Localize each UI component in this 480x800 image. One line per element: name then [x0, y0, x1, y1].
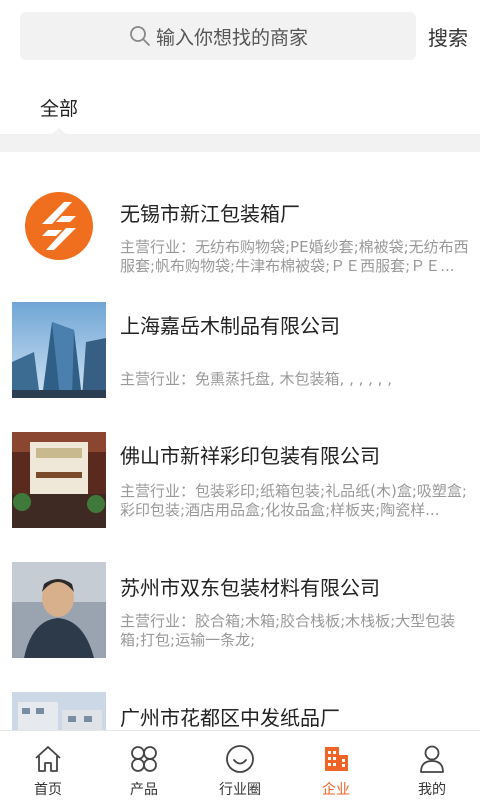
- nav-enterprise[interactable]: 企业: [288, 731, 384, 800]
- profile-icon: [420, 745, 444, 773]
- search-placeholder: 输入你想找的商家: [155, 26, 308, 49]
- company-business: 主营行业：无纺布购物袋;PE婚纱套;棉被袋;无纺布西服套;帆布购物袋;牛津布棉被…: [120, 238, 469, 275]
- industry-circle-icon: [226, 745, 254, 773]
- nav-label: 行业圈: [219, 782, 261, 798]
- list-item[interactable]: 上海嘉岳木制品有限公司 主营行业：免熏蒸托盘, 木包装箱, , , , , ,: [0, 300, 480, 430]
- enterprise-icon: [325, 747, 348, 771]
- tab-all[interactable]: 全部: [40, 94, 78, 121]
- nav-products[interactable]: 产品: [96, 731, 192, 800]
- company-name: 广州市花都区中发纸品厂: [120, 706, 340, 730]
- section-divider: [0, 134, 480, 152]
- nav-label: 企业: [322, 782, 350, 798]
- search-input[interactable]: 输入你想找的商家: [20, 12, 416, 60]
- category-tabs: 全部: [0, 76, 480, 134]
- nav-label: 我的: [418, 782, 446, 798]
- products-icon: [131, 746, 157, 772]
- company-photo: [12, 302, 106, 398]
- list-item[interactable]: 佛山市新祥彩印包装有限公司 主营行业：包装彩印;纸箱包装;礼品纸(木)盒;吸塑盒…: [0, 430, 480, 560]
- list-item[interactable]: 无锡市新江包装箱厂 主营行业：无纺布购物袋;PE婚纱套;棉被袋;无纺布西服套;帆…: [0, 170, 480, 300]
- search-header: 输入你想找的商家 搜索: [0, 0, 480, 76]
- nav-label: 首页: [34, 782, 62, 798]
- company-name: 苏州市双东包装材料有限公司: [120, 576, 380, 600]
- company-name: 上海嘉岳木制品有限公司: [120, 314, 340, 338]
- company-photo: [12, 432, 106, 528]
- company-name: 无锡市新江包装箱厂: [120, 202, 300, 226]
- company-business: 主营行业：胶合箱;木箱;胶合栈板;木栈板;大型包装箱;打包;运输一条龙;: [120, 612, 456, 649]
- company-name: 佛山市新祥彩印包装有限公司: [120, 444, 380, 468]
- company-business: 主营行业：包装彩印;纸箱包装;礼品纸(木)盒;吸塑盒;彩印包装;酒店用品盒;化妆…: [120, 482, 467, 519]
- company-logo: [12, 178, 106, 274]
- nav-label: 产品: [130, 782, 158, 798]
- home-icon: [35, 746, 61, 772]
- company-list: 无锡市新江包装箱厂 主营行业：无纺布购物袋;PE婚纱套;棉被袋;无纺布西服套;帆…: [0, 152, 480, 730]
- search-icon: [130, 26, 150, 46]
- list-item[interactable]: 苏州市双东包装材料有限公司 主营行业：胶合箱;木箱;胶合栈板;木栈板;大型包装箱…: [0, 560, 480, 690]
- company-business: 主营行业：免熏蒸托盘, 木包装箱, , , , , ,: [120, 370, 392, 388]
- bottom-nav: 首页 产品 行业圈 企业 我的: [0, 730, 480, 800]
- list-item[interactable]: 广州市花都区中发纸品厂: [0, 690, 480, 730]
- nav-industry-circle[interactable]: 行业圈: [192, 731, 288, 800]
- company-photo: [12, 562, 106, 658]
- search-button[interactable]: 搜索: [428, 22, 468, 51]
- company-photo: [12, 692, 106, 730]
- nav-home[interactable]: 首页: [0, 731, 96, 800]
- nav-profile[interactable]: 我的: [384, 731, 480, 800]
